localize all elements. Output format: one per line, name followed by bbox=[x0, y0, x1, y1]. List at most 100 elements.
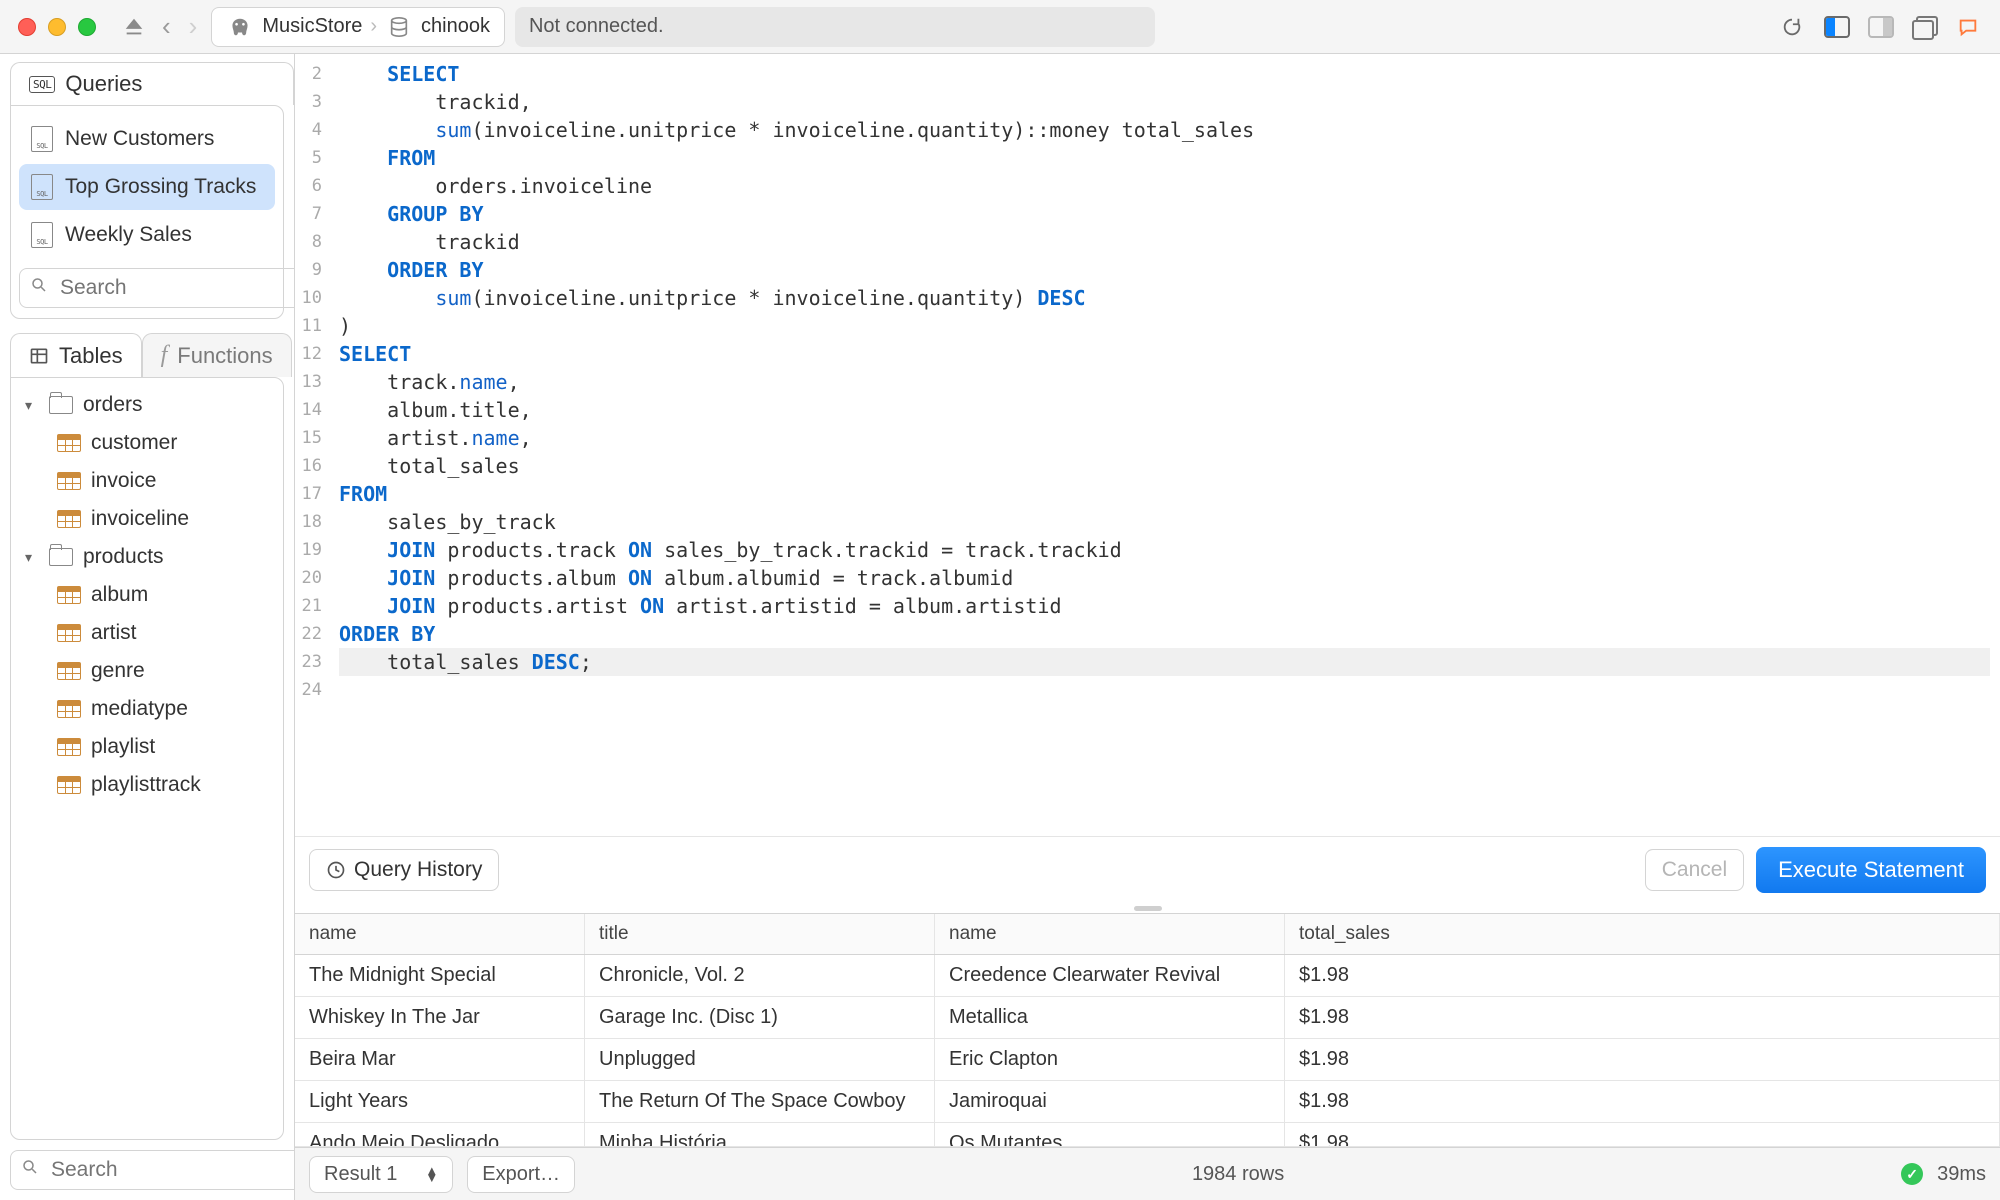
table-name: mediatype bbox=[91, 697, 188, 721]
query-history-button[interactable]: Query History bbox=[309, 849, 499, 891]
breadcrumb-database: chinook bbox=[421, 15, 490, 38]
query-item[interactable]: Weekly Sales bbox=[19, 212, 275, 258]
success-icon: ✓ bbox=[1901, 1163, 1923, 1185]
table-icon bbox=[57, 472, 81, 490]
query-search-input[interactable] bbox=[58, 275, 333, 301]
database-icon bbox=[385, 13, 413, 41]
table-row[interactable]: Whiskey In The JarGarage Inc. (Disc 1)Me… bbox=[295, 997, 2000, 1039]
execute-statement-button[interactable]: Execute Statement bbox=[1756, 847, 1986, 893]
sql-badge-icon: SQL bbox=[29, 76, 55, 93]
column-header[interactable]: total_sales bbox=[1285, 914, 2000, 954]
query-item[interactable]: Top Grossing Tracks bbox=[19, 164, 275, 210]
folder-icon bbox=[49, 548, 73, 566]
table-icon bbox=[57, 586, 81, 604]
table-item[interactable]: playlist bbox=[15, 728, 279, 766]
titlebar: ‹ › MusicStore › chinook Not connected. bbox=[0, 0, 2000, 54]
schema-name: products bbox=[83, 545, 164, 569]
queries-panel: New CustomersTop Grossing TracksWeekly S… bbox=[10, 105, 284, 319]
export-button[interactable]: Export… bbox=[467, 1156, 575, 1193]
search-icon bbox=[21, 1158, 39, 1182]
result-selector[interactable]: Result 1 ▲▼ bbox=[309, 1156, 453, 1193]
table-row[interactable]: Light YearsThe Return Of The Space Cowbo… bbox=[295, 1081, 2000, 1123]
schema-search[interactable] bbox=[10, 1150, 335, 1190]
table-row[interactable]: Beira MarUnpluggedEric Clapton$1.98 bbox=[295, 1039, 2000, 1081]
zoom-window-button[interactable] bbox=[78, 18, 96, 36]
table-icon bbox=[57, 738, 81, 756]
table-icon bbox=[57, 776, 81, 794]
table-cell: Os Mutantes bbox=[935, 1123, 1285, 1146]
table-item[interactable]: customer bbox=[15, 424, 279, 462]
cancel-button[interactable]: Cancel bbox=[1645, 849, 1744, 891]
nav-forward-button[interactable]: › bbox=[185, 11, 202, 42]
table-cell: Unplugged bbox=[585, 1039, 935, 1080]
table-item[interactable]: invoiceline bbox=[15, 500, 279, 538]
table-cell: $1.98 bbox=[1285, 997, 2000, 1038]
line-gutter: 23456789101112131415161718192021222324 bbox=[295, 54, 329, 836]
column-header[interactable]: name bbox=[935, 914, 1285, 954]
table-name: album bbox=[91, 583, 148, 607]
results-body[interactable]: The Midnight SpecialChronicle, Vol. 2Cre… bbox=[295, 955, 2000, 1147]
query-item[interactable]: New Customers bbox=[19, 116, 275, 162]
schema-tree: ▾orders customer invoice invoiceline ▾ produc… bbox=[10, 377, 284, 1140]
feedback-button[interactable] bbox=[1954, 13, 1982, 41]
query-duration: 39ms bbox=[1937, 1163, 1986, 1186]
column-header[interactable]: title bbox=[585, 914, 935, 954]
connection-status[interactable]: Not connected. bbox=[515, 7, 1155, 47]
schema-item[interactable]: ▾ products bbox=[15, 538, 279, 576]
schema-search-input[interactable] bbox=[49, 1157, 324, 1183]
queries-tab[interactable]: SQL Queries bbox=[10, 62, 294, 105]
connection-status-text: Not connected. bbox=[529, 15, 664, 38]
window-list-button[interactable] bbox=[1912, 16, 1936, 38]
eject-icon[interactable] bbox=[120, 13, 148, 41]
cancel-label: Cancel bbox=[1662, 858, 1727, 882]
toggle-right-panel-button[interactable] bbox=[1868, 16, 1894, 38]
sql-file-icon bbox=[31, 174, 53, 200]
table-item[interactable]: mediatype bbox=[15, 690, 279, 728]
code-area[interactable]: SELECT trackid, sum(invoiceline.unitpric… bbox=[329, 54, 2000, 836]
table-cell: $1.98 bbox=[1285, 1123, 2000, 1146]
tables-tab[interactable]: Tables bbox=[10, 333, 142, 377]
table-item[interactable]: genre bbox=[15, 652, 279, 690]
table-cell: Light Years bbox=[295, 1081, 585, 1122]
minimize-window-button[interactable] bbox=[48, 18, 66, 36]
table-row[interactable]: The Midnight SpecialChronicle, Vol. 2Cre… bbox=[295, 955, 2000, 997]
table-cell: $1.98 bbox=[1285, 955, 2000, 996]
chevron-updown-icon: ▲▼ bbox=[425, 1167, 438, 1181]
result-selector-label: Result 1 bbox=[324, 1163, 397, 1186]
breadcrumb-workspace: MusicStore bbox=[262, 15, 362, 38]
search-icon bbox=[30, 276, 48, 300]
table-item[interactable]: artist bbox=[15, 614, 279, 652]
table-row[interactable]: Ando Meio DesligadoMinha HistóriaOs Muta… bbox=[295, 1123, 2000, 1147]
toggle-left-panel-button[interactable] bbox=[1824, 16, 1850, 38]
table-cell: $1.98 bbox=[1285, 1039, 2000, 1080]
chevron-down-icon: ▾ bbox=[25, 549, 39, 566]
table-name: customer bbox=[91, 431, 177, 455]
results-resize-handle[interactable] bbox=[295, 903, 2000, 913]
table-cell: Eric Clapton bbox=[935, 1039, 1285, 1080]
schema-item[interactable]: ▾orders bbox=[15, 386, 279, 424]
sql-editor[interactable]: 23456789101112131415161718192021222324 S… bbox=[295, 54, 2000, 836]
table-cell: Whiskey In The Jar bbox=[295, 997, 585, 1038]
functions-tab[interactable]: f Functions bbox=[142, 333, 292, 377]
chevron-down-icon: ▾ bbox=[25, 397, 39, 414]
breadcrumb[interactable]: MusicStore › chinook bbox=[211, 7, 505, 47]
refresh-button[interactable] bbox=[1778, 13, 1806, 41]
table-name: invoice bbox=[91, 469, 156, 493]
tables-tab-label: Tables bbox=[59, 343, 123, 369]
nav-back-button[interactable]: ‹ bbox=[158, 11, 175, 42]
table-icon bbox=[57, 700, 81, 718]
table-item[interactable]: album bbox=[15, 576, 279, 614]
folder-icon bbox=[49, 396, 73, 414]
execute-label: Execute Statement bbox=[1778, 857, 1964, 883]
results-header: nametitlenametotal_sales bbox=[295, 913, 2000, 955]
table-item[interactable]: playlisttrack bbox=[15, 766, 279, 804]
table-icon bbox=[57, 510, 81, 528]
table-item[interactable]: invoice bbox=[15, 462, 279, 500]
table-cell: Ando Meio Desligado bbox=[295, 1123, 585, 1146]
close-window-button[interactable] bbox=[18, 18, 36, 36]
table-cell: Metallica bbox=[935, 997, 1285, 1038]
column-header[interactable]: name bbox=[295, 914, 585, 954]
editor-actionbar: Query History Cancel Execute Statement bbox=[295, 836, 2000, 903]
export-label: Export… bbox=[482, 1163, 560, 1186]
table-name: playlist bbox=[91, 735, 155, 759]
